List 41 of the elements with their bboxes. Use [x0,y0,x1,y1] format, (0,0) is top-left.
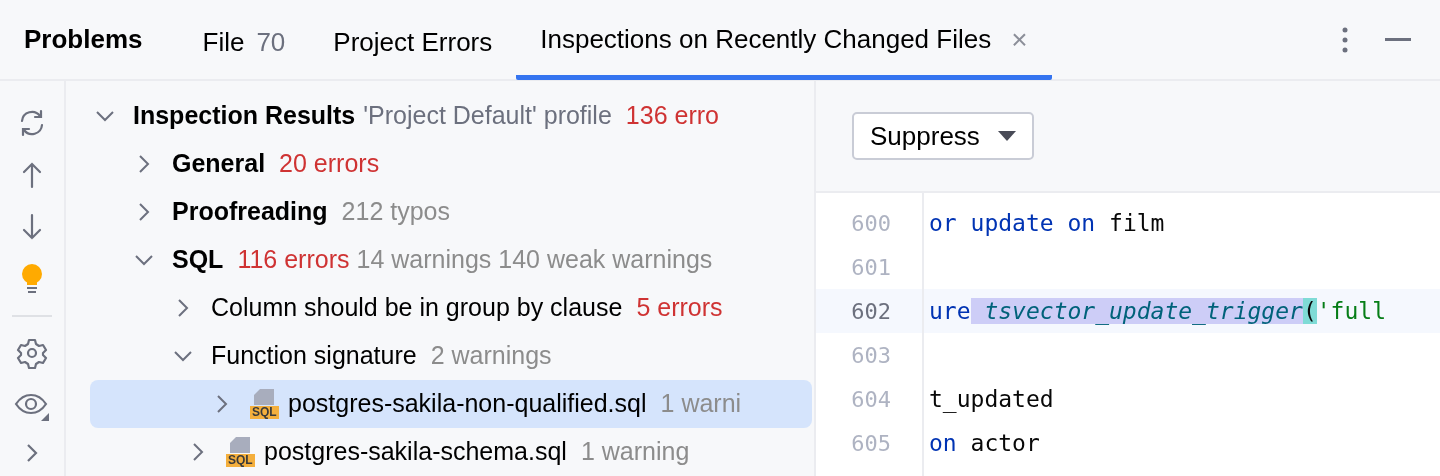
code-line: ure tsvector_update_trigger('full [929,296,1386,327]
problem-count: 140 weak warnings [498,244,713,276]
problem-count: 14 warnings [356,244,492,276]
tab-count: 70 [256,25,286,59]
tab[interactable]: File 70 [178,0,310,80]
problem-count: 116 errors [237,244,350,276]
problem-count: 212 typos [341,196,450,228]
tree-item-label: Function signature [211,340,417,372]
tree-item-label: General [172,148,266,180]
dropdown-caret-icon [997,131,1016,141]
line-number: 604 [850,385,891,414]
more-options-icon[interactable] [1341,27,1349,53]
code-line: t_updated [929,384,1054,415]
tree-item-label: postgres-sakila-non-qualified.sql [288,388,647,420]
tree-item-label: Inspection Results [133,100,356,132]
problem-count: 5 errors [636,292,723,324]
tree-item-label: Column should be in group by clause [211,292,623,324]
code-line: or update on film [929,208,1165,238]
tree-row[interactable]: SQL postgres-sakila-non-qualified.sql 1 warni [90,380,812,428]
settings-icon[interactable] [16,337,48,369]
profile-note: 'Project Default' profile [363,100,612,132]
minimize-icon[interactable] [1385,38,1411,42]
problem-count: 20 errors [279,148,380,180]
line-number: 603 [850,341,891,370]
line-number: 605 [850,429,891,458]
tree-item-label: Proofreading [172,196,328,228]
tree-row[interactable]: SQL postgres-sakila-schema.sql 1 warning [66,428,814,476]
tree-item-label: SQL [172,244,224,276]
line-number: 601 [850,253,891,282]
panel-title: Problems [24,23,143,56]
code-line: on actor [929,428,1040,458]
line-number: 602 [850,297,891,326]
problem-count: 136 erro [625,100,719,132]
tab[interactable]: Inspections on Recently Changed Files × [516,0,1052,80]
problem-count: 1 warning [580,436,690,468]
suppress-dropdown[interactable]: Suppress [852,112,1034,160]
problem-count: 1 warni [660,388,742,420]
line-number: 600 [850,209,891,238]
tree-item-label: postgres-sakila-schema.sql [264,436,567,468]
tab[interactable]: Project Errors [309,0,517,80]
problem-count: 2 warnings [430,340,552,372]
